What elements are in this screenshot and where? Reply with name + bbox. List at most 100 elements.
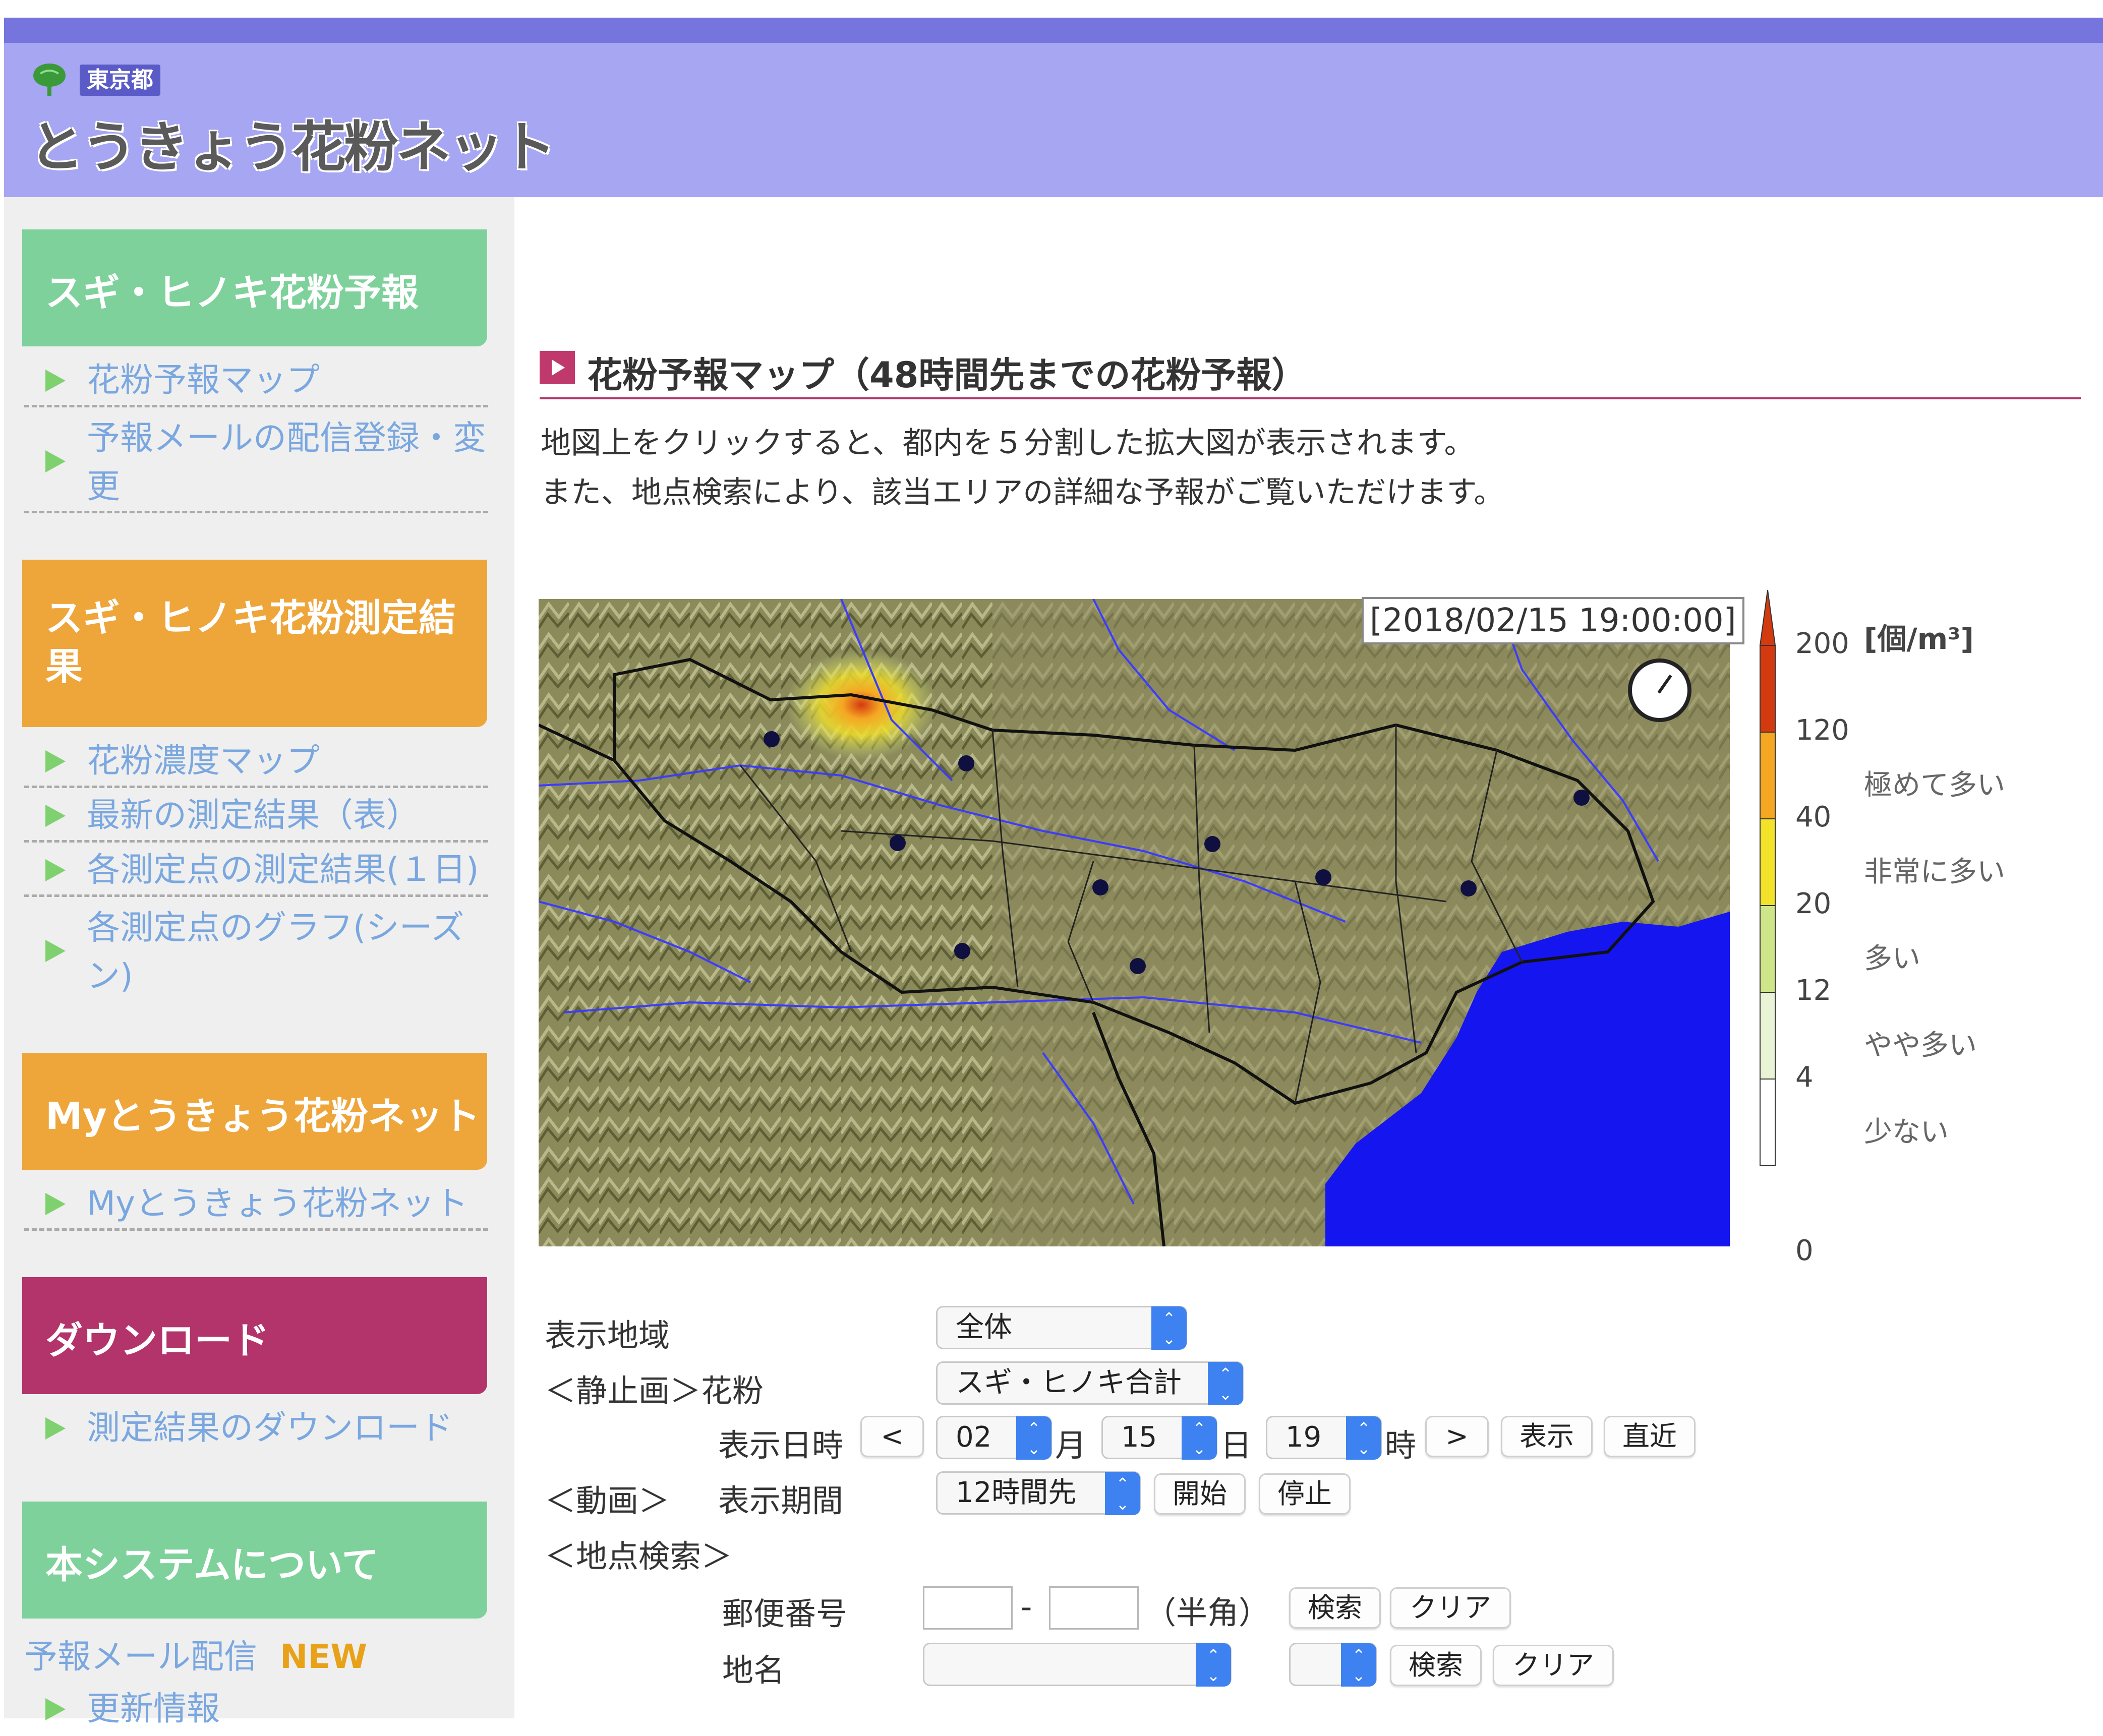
stop-button[interactable]: 停止 [1259, 1473, 1351, 1515]
zip-clear-button[interactable]: クリア [1390, 1587, 1511, 1629]
section-divider [540, 397, 2081, 399]
sidebar-section-title: 本システムについて [45, 1543, 379, 1587]
month-select[interactable]: 02 ⌃ ⌄ [936, 1416, 1052, 1460]
sidebar-item-label: 各測定点のグラフ(シーズン) [87, 908, 464, 995]
legend-arrow-icon [1759, 589, 1776, 646]
sidebar-item-concentration-map[interactable]: 花粉濃度マップ [24, 736, 488, 788]
sidebar-item-season-graph[interactable]: 各測定点のグラフ(シーズン) [24, 900, 488, 1003]
place-search-button[interactable]: 検索 [1390, 1645, 1482, 1686]
section-marker-icon [540, 351, 575, 384]
place-sub-select[interactable]: ⌃ ⌄ [1289, 1643, 1377, 1687]
tokyo-badge: 東京都 [80, 65, 160, 96]
sidebar-item-download[interactable]: 測定結果のダウンロード [24, 1403, 488, 1455]
sidebar-item-forecast-map[interactable]: 花粉予報マップ [24, 355, 488, 407]
hour-select-value: 19 [1286, 1421, 1322, 1454]
arrow-icon [45, 1417, 66, 1440]
compass-icon [1628, 659, 1691, 722]
place-name-select[interactable]: ⌃ ⌄ [923, 1643, 1232, 1687]
description-line-1: 地図上をクリックすると、都内を５分割した拡大図が表示されます。 [541, 426, 1475, 461]
sidebar-section-about[interactable]: 本システムについて [22, 1502, 487, 1619]
legend-tick-label: 0 [1795, 1234, 1814, 1267]
pollen-forecast-map[interactable] [539, 599, 1730, 1246]
place-name-label: 地名 [722, 1652, 785, 1689]
arrow-icon [45, 370, 66, 392]
sidebar-section-title: スギ・ヒノキ花粉測定結果 [45, 596, 456, 688]
legend-tick-label: 20 [1795, 887, 1832, 920]
area-label: 表示地域 [545, 1317, 670, 1354]
place-clear-button[interactable]: クリア [1493, 1645, 1614, 1686]
day-select-value: 15 [1121, 1421, 1157, 1454]
hour-select[interactable]: 19 ⌃ ⌄ [1266, 1416, 1382, 1460]
area-select[interactable]: 全体 ⌃ ⌄ [936, 1306, 1187, 1350]
arrow-icon [45, 750, 66, 772]
legend-level-label: やや多い [1864, 1029, 1977, 1062]
latest-button[interactable]: 直近 [1604, 1416, 1696, 1457]
zip-note: （半角） [1145, 1594, 1270, 1631]
month-unit: 月 [1055, 1427, 1087, 1464]
sidebar-item-label: 花粉予報マップ [87, 361, 320, 399]
description-line-2: また、地点検索により、該当エリアの詳細な予報がご覧いただけます。 [541, 475, 1504, 510]
header-top-bar [4, 18, 2103, 43]
zip-separator: - [1021, 1588, 1032, 1625]
legend-level-label: 非常に多い [1864, 856, 2005, 888]
map-timestamp: [2018/02/15 19:00:00] [1362, 597, 1744, 644]
pollen-type-value: スギ・ヒノキ合計 [956, 1366, 1182, 1399]
leaf-icon [33, 64, 66, 96]
legend-unit: [個/m³] [1864, 622, 1974, 656]
day-unit: 日 [1220, 1427, 1252, 1464]
select-arrows-icon: ⌃ ⌄ [1341, 1643, 1376, 1687]
sidebar-section-title: ダウンロード [45, 1319, 269, 1362]
prev-hour-button[interactable]: < [860, 1416, 924, 1457]
sidebar-item-label: 測定結果のダウンロード [87, 1408, 453, 1447]
sidebar-section-title: スギ・ヒノキ花粉予報 [45, 271, 419, 315]
legend-color-segment [1760, 732, 1776, 819]
legend-color-segment [1760, 818, 1776, 906]
sidebar-item-latest-results[interactable]: 最新の測定結果（表） [24, 791, 488, 843]
sidebar-section-forecast[interactable]: スギ・ヒノキ花粉予報 [22, 229, 487, 346]
legend-level-label: 極めて多い [1864, 769, 2005, 802]
sidebar-item-label: 予報メールの配信登録・変更 [87, 418, 486, 506]
legend-tick-label: 4 [1795, 1061, 1814, 1094]
hour-unit: 時 [1385, 1427, 1417, 1464]
movie-label: ＜動画＞ [545, 1482, 670, 1519]
site-logo[interactable]: とうきょう花粉ネット [29, 103, 556, 182]
sidebar-section-my[interactable]: Myとうきょう花粉ネット [22, 1053, 487, 1170]
sidebar-item-label: 更新情報 [87, 1689, 220, 1728]
sidebar-item-daily-results[interactable]: 各測定点の測定結果(１日) [24, 845, 488, 897]
sidebar-section-download[interactable]: ダウンロード [22, 1277, 487, 1394]
pollen-type-select[interactable]: スギ・ヒノキ合計 ⌃ ⌄ [936, 1361, 1244, 1405]
legend-tick-label: 12 [1795, 974, 1832, 1007]
legend-level-label: 多い [1864, 942, 1920, 975]
sidebar-item-my[interactable]: Myとうきょう花粉ネット [24, 1179, 488, 1231]
legend-color-segment [1760, 992, 1776, 1080]
show-button[interactable]: 表示 [1501, 1416, 1593, 1457]
still-image-label: ＜静止画＞花粉 [545, 1372, 764, 1409]
sidebar-item-label: Myとうきょう花粉ネット [87, 1184, 469, 1223]
sidebar-item-label: 最新の測定結果（表） [87, 796, 420, 834]
zip-search-button[interactable]: 検索 [1289, 1587, 1381, 1629]
sidebar-item-label: 花粉濃度マップ [87, 741, 320, 780]
location-search-label: ＜地点検索＞ [545, 1538, 733, 1575]
day-select[interactable]: 15 ⌃ ⌄ [1101, 1416, 1217, 1460]
sidebar-item-updates[interactable]: 更新情報 [24, 1684, 488, 1736]
area-select-value: 全体 [956, 1311, 1012, 1344]
next-hour-button[interactable]: > [1425, 1416, 1489, 1457]
legend-tick-label: 120 [1795, 714, 1849, 747]
sidebar-section-measurement[interactable]: スギ・ヒノキ花粉測定結果 [22, 560, 487, 727]
period-label: 表示期間 [718, 1482, 844, 1519]
arrow-icon [45, 450, 66, 472]
legend-color-segment [1760, 905, 1776, 993]
sidebar-item-mail-register[interactable]: 予報メールの配信登録・変更 [24, 410, 488, 513]
select-arrows-icon: ⌃ ⌄ [1346, 1416, 1381, 1460]
zip-first-input[interactable] [923, 1586, 1013, 1630]
arrow-icon [45, 805, 66, 827]
period-select-value: 12時間先 [956, 1476, 1077, 1509]
month-select-value: 02 [956, 1421, 992, 1454]
period-select[interactable]: 12時間先 ⌃ ⌄ [936, 1471, 1141, 1515]
arrow-icon [45, 1698, 66, 1720]
start-button[interactable]: 開始 [1154, 1473, 1246, 1515]
zip-label: 郵便番号 [722, 1595, 848, 1632]
sidebar-item-mail-news[interactable]: 予報メール配信 NEW [24, 1630, 367, 1678]
zip-second-input[interactable] [1049, 1586, 1139, 1630]
legend-color-segment [1760, 1079, 1776, 1166]
